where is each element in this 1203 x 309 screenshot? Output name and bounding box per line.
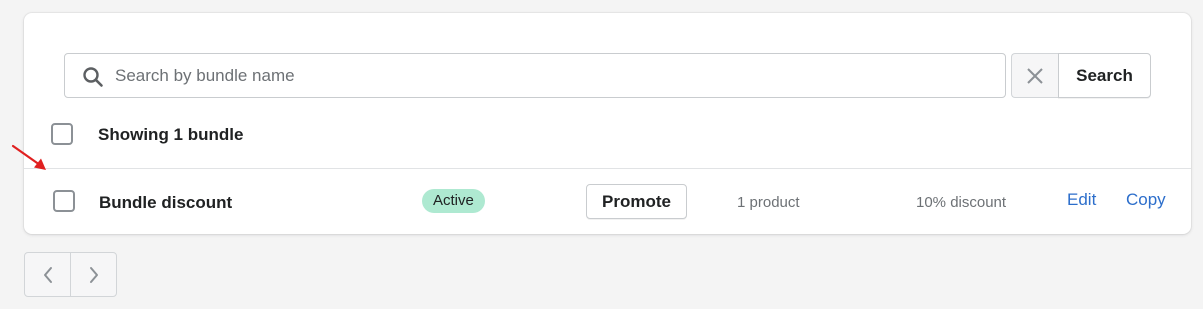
status-badge: Active [422, 189, 485, 213]
search-icon [83, 67, 103, 87]
promote-button[interactable]: Promote [586, 184, 687, 219]
chevron-right-icon [90, 266, 98, 283]
search-field[interactable] [64, 53, 1006, 98]
clear-search-button[interactable] [1011, 53, 1058, 98]
search-button[interactable]: Search [1058, 53, 1151, 98]
copy-link[interactable]: Copy [1126, 190, 1166, 210]
discount-value: 10% discount [916, 194, 1007, 211]
annotation-arrow-icon [11, 144, 46, 170]
divider [24, 168, 1191, 169]
next-page-button[interactable] [71, 253, 117, 296]
row-checkbox[interactable] [53, 190, 75, 212]
pagination [24, 252, 117, 297]
chevron-left-icon [43, 266, 52, 283]
search-input[interactable] [115, 54, 995, 97]
close-icon [1027, 67, 1043, 84]
product-count: 1 product [737, 194, 800, 211]
edit-link[interactable]: Edit [1067, 190, 1096, 210]
results-summary: Showing 1 bundle [98, 125, 244, 144]
bundle-name: Bundle discount [99, 193, 233, 212]
bundles-card: Search Showing 1 bundle Bundle discount … [24, 13, 1191, 234]
select-all-checkbox[interactable] [51, 123, 73, 145]
previous-page-button[interactable] [25, 253, 71, 296]
